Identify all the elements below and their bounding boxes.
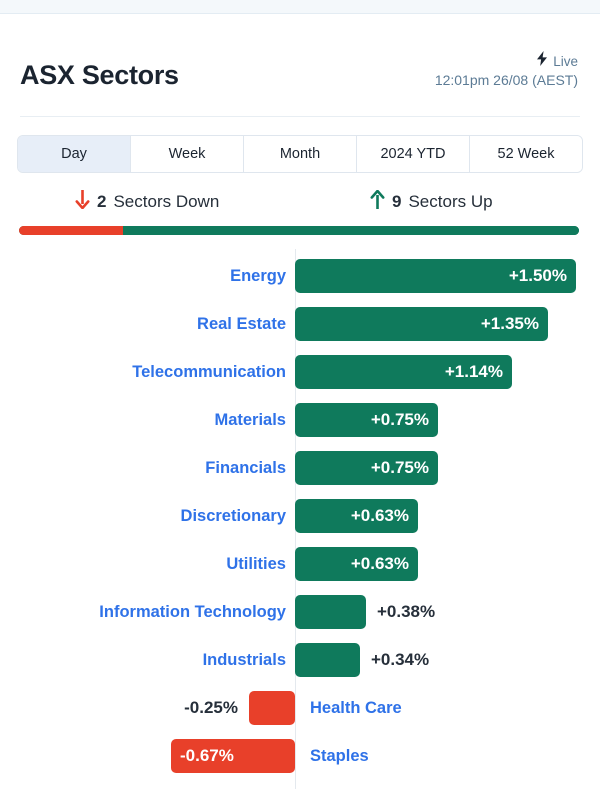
bar-energy[interactable]: +1.50% [295,259,576,293]
chart-row: +0.75% Materials [0,403,600,437]
chart-row: +0.34% Industrials [0,643,600,677]
bar-value-materials: +0.75% [370,410,429,429]
header-divider [20,116,580,117]
bar-value-utilities: +0.63% [350,554,409,573]
chart-row: +0.63% Discretionary [0,499,600,533]
sector-performance-chart: +1.50% Energy +1.35% Real Estate +1.14% Telec… [0,249,600,789]
sectors-down-count: 2 [97,192,107,211]
category-label-discretionary[interactable]: Discretionary [181,499,286,533]
category-label-telecommunication[interactable]: Telecommunication [132,355,286,389]
sectors-summary: 2 Sectors Down 9 Sectors Up [0,189,600,220]
category-label-information-technology[interactable]: Information Technology [99,595,286,629]
chart-row: +1.50% Energy [0,259,600,293]
bar-discretionary[interactable]: +0.63% [295,499,418,533]
sectors-up-count: 9 [392,192,402,211]
page-title: ASX Sectors [20,60,179,90]
tab-52-week[interactable]: 52 Week [470,136,582,172]
meter-up-segment [123,226,579,235]
bar-value-health-care: -0.25% [184,698,238,717]
category-label-industrials[interactable]: Industrials [203,643,286,677]
bar-utilities[interactable]: +0.63% [295,547,418,581]
chart-row: +1.35% Real Estate [0,307,600,341]
sectors-ratio-meter [19,226,579,235]
bar-financials[interactable]: +0.75% [295,451,438,485]
sectors-up-summary: 9 Sectors Up [370,189,493,214]
category-label-financials[interactable]: Financials [205,451,286,485]
bar-value-telecommunication: +1.14% [444,362,503,381]
category-label-utilities[interactable]: Utilities [226,547,286,581]
bar-value-industrials: +0.34% [371,650,430,669]
tab-week[interactable]: Week [131,136,244,172]
chart-row: +1.14% Telecommunication [0,355,600,389]
bar-industrials[interactable] [295,643,360,677]
live-status: Live 12:01pm 26/08 (AEST) [434,51,578,88]
bar-materials[interactable]: +0.75% [295,403,438,437]
bar-value-financials: +0.75% [370,458,429,477]
bar-value-energy: +1.50% [508,266,567,285]
sectors-up-label: Sectors Up [408,192,493,211]
timeframe-tabs: Day Week Month 2024 YTD 52 Week [17,135,583,173]
chart-row: +0.75% Financials [0,451,600,485]
sectors-down-label: Sectors Down [113,192,220,211]
meter-down-segment [19,226,124,235]
bar-staples[interactable]: -0.67% [171,739,295,773]
category-label-energy[interactable]: Energy [230,259,286,293]
timestamp: 12:01pm 26/08 (AEST) [434,72,578,88]
chart-row: -0.67% Staples [0,739,600,773]
category-label-health-care[interactable]: Health Care [310,691,402,725]
tab-2024-ytd[interactable]: 2024 YTD [357,136,470,172]
tab-month[interactable]: Month [244,136,357,172]
lightning-bolt-icon [536,51,548,71]
bar-real-estate[interactable]: +1.35% [295,307,548,341]
bar-value-staples: -0.67% [180,746,234,765]
bar-value-discretionary: +0.63% [350,506,409,525]
asx-sectors-page: ASX Sectors Live 12:01pm 26/08 (AEST) Da… [0,0,600,799]
tab-day[interactable]: Day [18,136,131,172]
bar-value-real-estate: +1.35% [480,314,539,333]
chart-row: +0.63% Utilities [0,547,600,581]
category-label-staples[interactable]: Staples [310,739,369,773]
bar-telecommunication[interactable]: +1.14% [295,355,512,389]
browser-chrome-band [0,0,600,14]
page-header: ASX Sectors Live 12:01pm 26/08 (AEST) [0,44,600,112]
live-label: Live [553,53,578,69]
arrow-down-icon [75,190,90,214]
category-label-materials[interactable]: Materials [214,403,286,437]
arrow-up-icon [370,189,385,214]
sectors-down-summary: 2 Sectors Down [75,190,219,214]
bar-health-care[interactable] [249,691,295,725]
category-label-real-estate[interactable]: Real Estate [197,307,286,341]
bar-value-information-technology: +0.38% [377,602,436,621]
chart-row: +0.38% Information Technology [0,595,600,629]
bar-information-technology[interactable] [295,595,366,629]
chart-row: -0.25% Health Care [0,691,600,725]
